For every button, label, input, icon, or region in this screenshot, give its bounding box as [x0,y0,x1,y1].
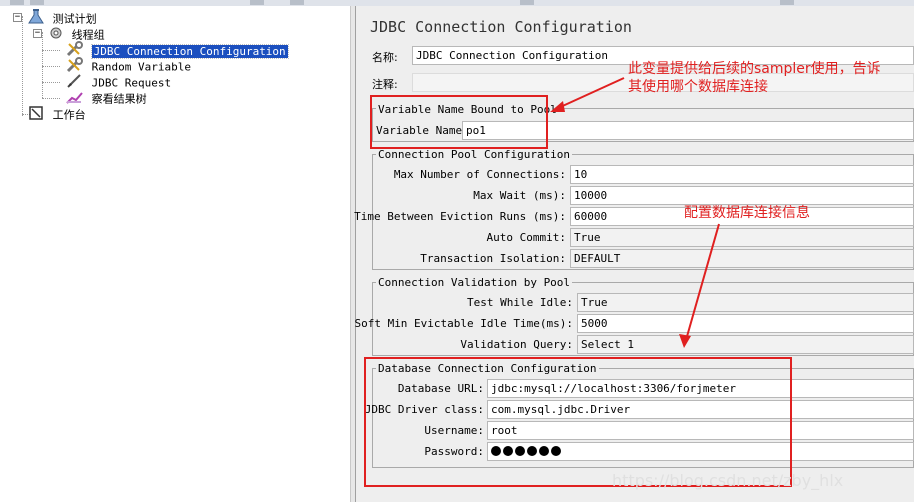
tree-item-view-results-tree[interactable]: 察看结果树 [65,89,147,106]
tree-connector [42,82,60,83]
tree-item-jdbc-request[interactable]: JDBC Request [65,73,171,90]
test-plan-icon [28,9,46,30]
arrow-head [679,334,691,348]
toolbar-button[interactable] [780,0,794,5]
test-plan-tree: − 测试计划 − 线程组 JDBC Connection Configurati… [0,6,350,502]
arrow-head [550,101,565,112]
tree-connector [42,32,43,98]
tree-connector [42,98,60,99]
toolbar-button[interactable] [10,0,24,5]
annotation-variable-note-line1: 此变量提供给后续的sampler使用，告诉 [628,61,881,77]
tree-item-jdbc-connection-config[interactable]: JDBC Connection Configuration [65,41,289,59]
tree-connector [42,66,60,67]
annotation-arrow [555,77,625,110]
tree-connector [42,50,60,51]
annotation-variable-note-line2: 其使用哪个数据库连接 [628,79,768,95]
toolbar-button[interactable] [520,0,534,5]
tree-item-test-plan[interactable]: 测试计划 [28,9,97,26]
tree-item-random-variable[interactable]: Random Variable [65,57,191,74]
collapse-toggle[interactable]: − [13,13,22,22]
gear-icon [47,25,65,46]
toolbar-button[interactable] [30,0,44,5]
watermark: https://blog.csdn.net/zby_hlx [612,471,844,490]
config-panel: JDBC Connection Configuration 名称: JDBC C… [354,6,914,502]
tree-item-thread-group[interactable]: 线程组 [47,25,105,42]
toolbar-button[interactable] [250,0,264,5]
tree-connector [22,16,23,116]
collapse-toggle[interactable]: − [33,29,42,38]
toolbar-button[interactable] [290,0,304,5]
annotation-db-note: 配置数据库连接信息 [684,205,810,221]
annotation-arrow [685,223,720,341]
tree-item-workbench[interactable]: 工作台 [28,105,86,122]
workbench-icon [28,105,46,126]
